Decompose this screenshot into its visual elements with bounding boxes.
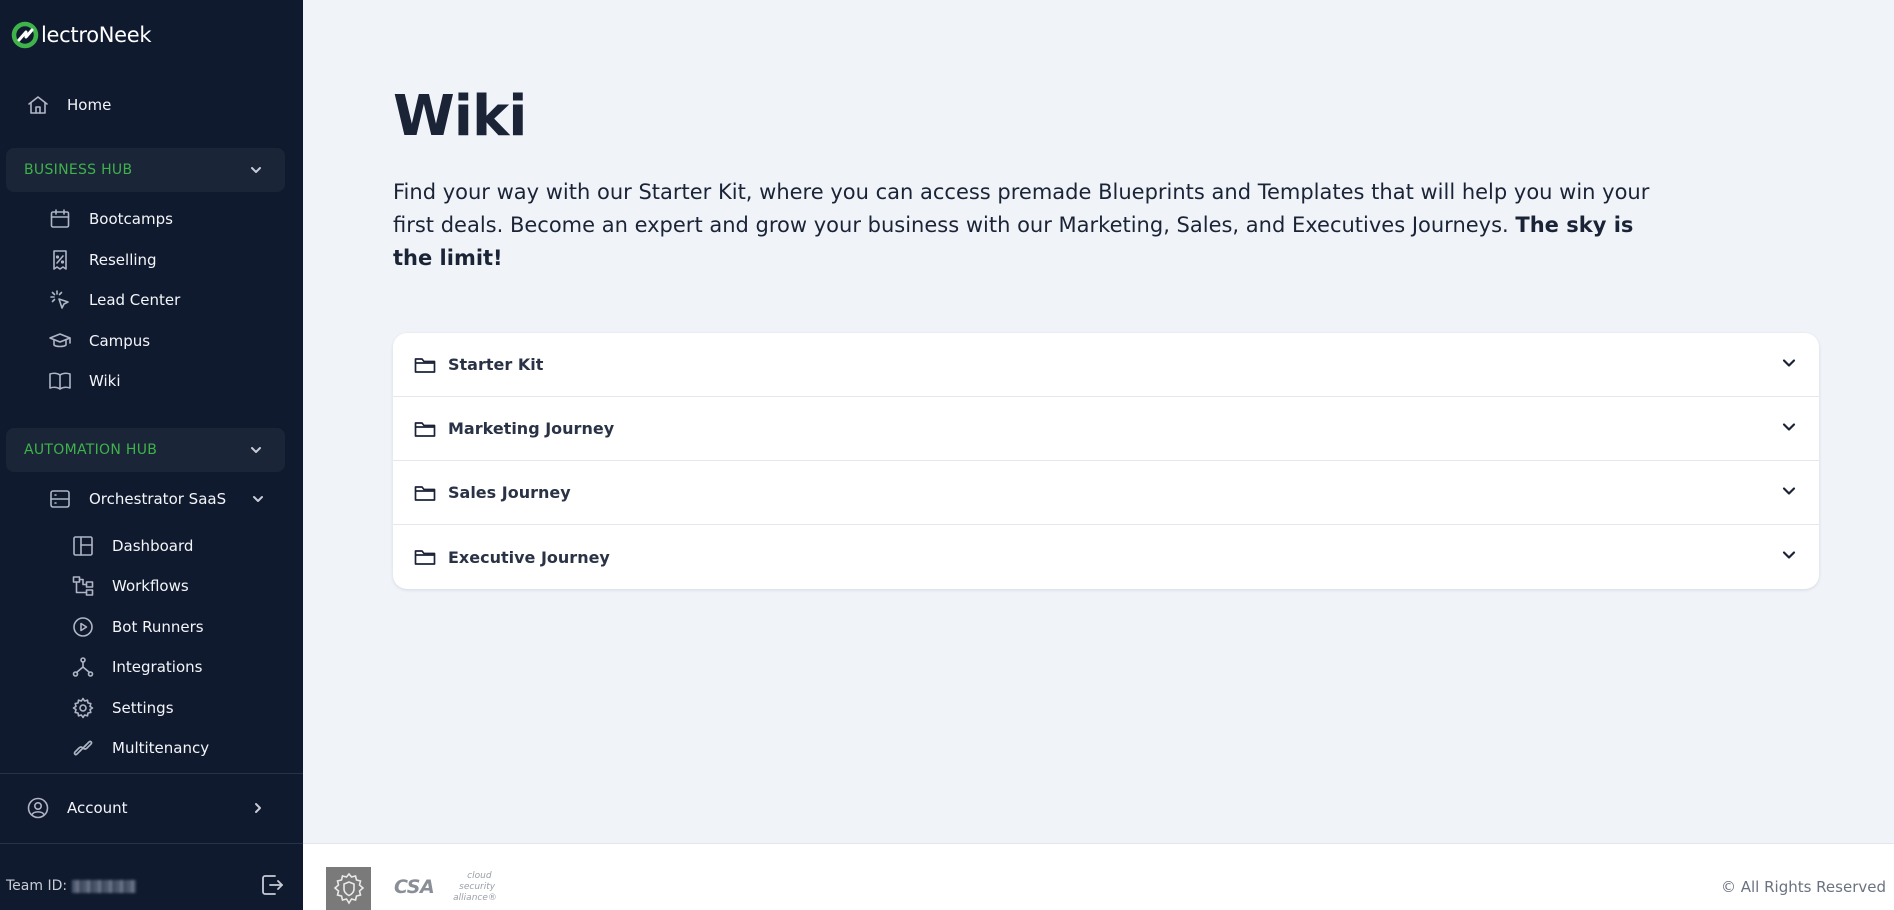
sidebar-item-integrations[interactable]: Integrations xyxy=(70,649,202,685)
csa-sub-line: alliance® xyxy=(453,892,497,903)
sidebar-item-label: Bootcamps xyxy=(89,210,173,228)
section-label: Starter Kit xyxy=(448,355,544,374)
sidebar-item-reselling[interactable]: Reselling xyxy=(47,242,157,278)
logout-icon xyxy=(262,875,283,895)
sidebar-item-label: Integrations xyxy=(112,658,203,676)
sidebar-item-account[interactable]: Account xyxy=(25,790,287,826)
gear-icon xyxy=(70,695,96,721)
business-hub-header[interactable]: BUSINESS HUB xyxy=(6,148,285,192)
chevron-right-icon xyxy=(251,801,265,819)
description-text: Find your way with our Starter Kit, wher… xyxy=(393,180,1650,237)
play-circle-icon xyxy=(70,614,96,640)
electroneek-logo-icon xyxy=(10,20,40,50)
page-title: Wiki xyxy=(393,84,527,149)
chevron-down-icon xyxy=(251,492,265,510)
copyright: © All Rights Reserved xyxy=(1720,878,1886,896)
server-icon xyxy=(47,486,73,512)
section-label: Marketing Journey xyxy=(448,419,615,438)
team-id: Team ID: xyxy=(6,878,137,894)
sidebar-item-label: Settings xyxy=(112,699,174,717)
sidebar-item-orchestrator-saas[interactable]: Orchestrator SaaS xyxy=(47,481,287,517)
chevron-down-icon xyxy=(249,443,263,457)
graduation-cap-icon xyxy=(47,328,73,354)
chevron-down-icon xyxy=(1781,355,1797,371)
sidebar-item-workflows[interactable]: Workflows xyxy=(70,568,189,604)
section-marketing-journey[interactable]: Marketing Journey xyxy=(393,397,1819,461)
team-id-label: Team ID: xyxy=(6,878,68,894)
chevron-down-icon xyxy=(249,163,263,177)
calendar-icon xyxy=(47,206,73,232)
chevron-down-icon xyxy=(1781,483,1797,499)
sidebar-item-dashboard[interactable]: Dashboard xyxy=(70,528,193,564)
footer: CSA cloud security alliance® © All Right… xyxy=(303,843,1894,910)
wiki-sections-accordion: Starter Kit Marketing Journey Sales Jour… xyxy=(393,333,1819,589)
csa-sub-line: cloud xyxy=(467,870,492,881)
section-label: Sales Journey xyxy=(448,483,571,502)
team-id-redacted xyxy=(72,879,137,893)
sidebar: lectroNeek Home BUSINESS HUB Bootcamps R… xyxy=(0,0,303,910)
csa-mark: CSA xyxy=(394,876,435,898)
section-label: Executive Journey xyxy=(448,547,610,567)
sidebar-item-label: Reselling xyxy=(89,251,157,269)
folder-icon xyxy=(413,545,437,569)
shield-gear-icon xyxy=(333,872,364,905)
sidebar-item-campus[interactable]: Campus xyxy=(47,323,150,359)
section-executive-journey[interactable]: Executive Journey xyxy=(393,525,1819,589)
sidebar-item-bot-runners[interactable]: Bot Runners xyxy=(70,609,204,645)
csa-subtitle: cloud security alliance® xyxy=(437,871,497,904)
automation-hub-header[interactable]: AUTOMATION HUB xyxy=(6,428,285,472)
folder-icon xyxy=(413,353,437,377)
sidebar-item-multitenancy[interactable]: Multitenancy xyxy=(70,730,209,766)
csa-logo: CSA cloud security alliance® xyxy=(394,869,497,905)
workflow-icon xyxy=(70,573,96,599)
sidebar-divider xyxy=(0,843,303,844)
folder-icon xyxy=(413,417,437,441)
sidebar-item-label: Workflows xyxy=(112,577,189,595)
sidebar-item-label: Account xyxy=(67,799,128,817)
logo-text: lectroNeek xyxy=(41,23,152,47)
sidebar-item-label: Wiki xyxy=(89,372,121,390)
sidebar-item-label: Dashboard xyxy=(112,537,194,555)
link-icon xyxy=(70,735,96,761)
sidebar-item-lead-center[interactable]: Lead Center xyxy=(47,282,180,318)
sidebar-item-label: Campus xyxy=(89,332,151,350)
main-content: Wiki Find your way with our Starter Kit,… xyxy=(303,0,1894,843)
chevron-down-icon xyxy=(1781,547,1797,563)
page-description: Find your way with our Starter Kit, wher… xyxy=(393,176,1673,275)
home-icon xyxy=(25,92,51,118)
nodes-icon xyxy=(70,654,96,680)
sidebar-item-label: Bot Runners xyxy=(112,618,204,636)
sidebar-item-label: Multitenancy xyxy=(112,739,210,757)
sidebar-item-home[interactable]: Home xyxy=(25,87,111,123)
csa-sub-line: security xyxy=(459,881,496,892)
sidebar-item-label: Lead Center xyxy=(89,291,181,309)
cursor-click-icon xyxy=(47,287,73,313)
book-open-icon xyxy=(47,368,73,394)
electroneek-logo[interactable]: lectroNeek xyxy=(10,18,152,52)
automation-hub-title: AUTOMATION HUB xyxy=(24,442,158,458)
user-circle-icon xyxy=(25,795,51,821)
sidebar-item-settings[interactable]: Settings xyxy=(70,690,174,726)
chevron-down-icon xyxy=(1781,419,1797,435)
sidebar-item-bootcamps[interactable]: Bootcamps xyxy=(47,201,173,237)
logout-button[interactable] xyxy=(259,872,285,898)
receipt-percent-icon xyxy=(47,247,73,273)
sidebar-item-wiki[interactable]: Wiki xyxy=(47,363,121,399)
sidebar-item-label: Orchestrator SaaS xyxy=(89,490,227,508)
sidebar-item-label: Home xyxy=(67,96,112,114)
layout-icon xyxy=(70,533,96,559)
security-badge xyxy=(326,867,371,910)
section-starter-kit[interactable]: Starter Kit xyxy=(393,333,1819,397)
section-sales-journey[interactable]: Sales Journey xyxy=(393,461,1819,525)
sidebar-divider xyxy=(0,773,303,774)
folder-icon xyxy=(413,481,437,505)
business-hub-title: BUSINESS HUB xyxy=(24,162,133,178)
